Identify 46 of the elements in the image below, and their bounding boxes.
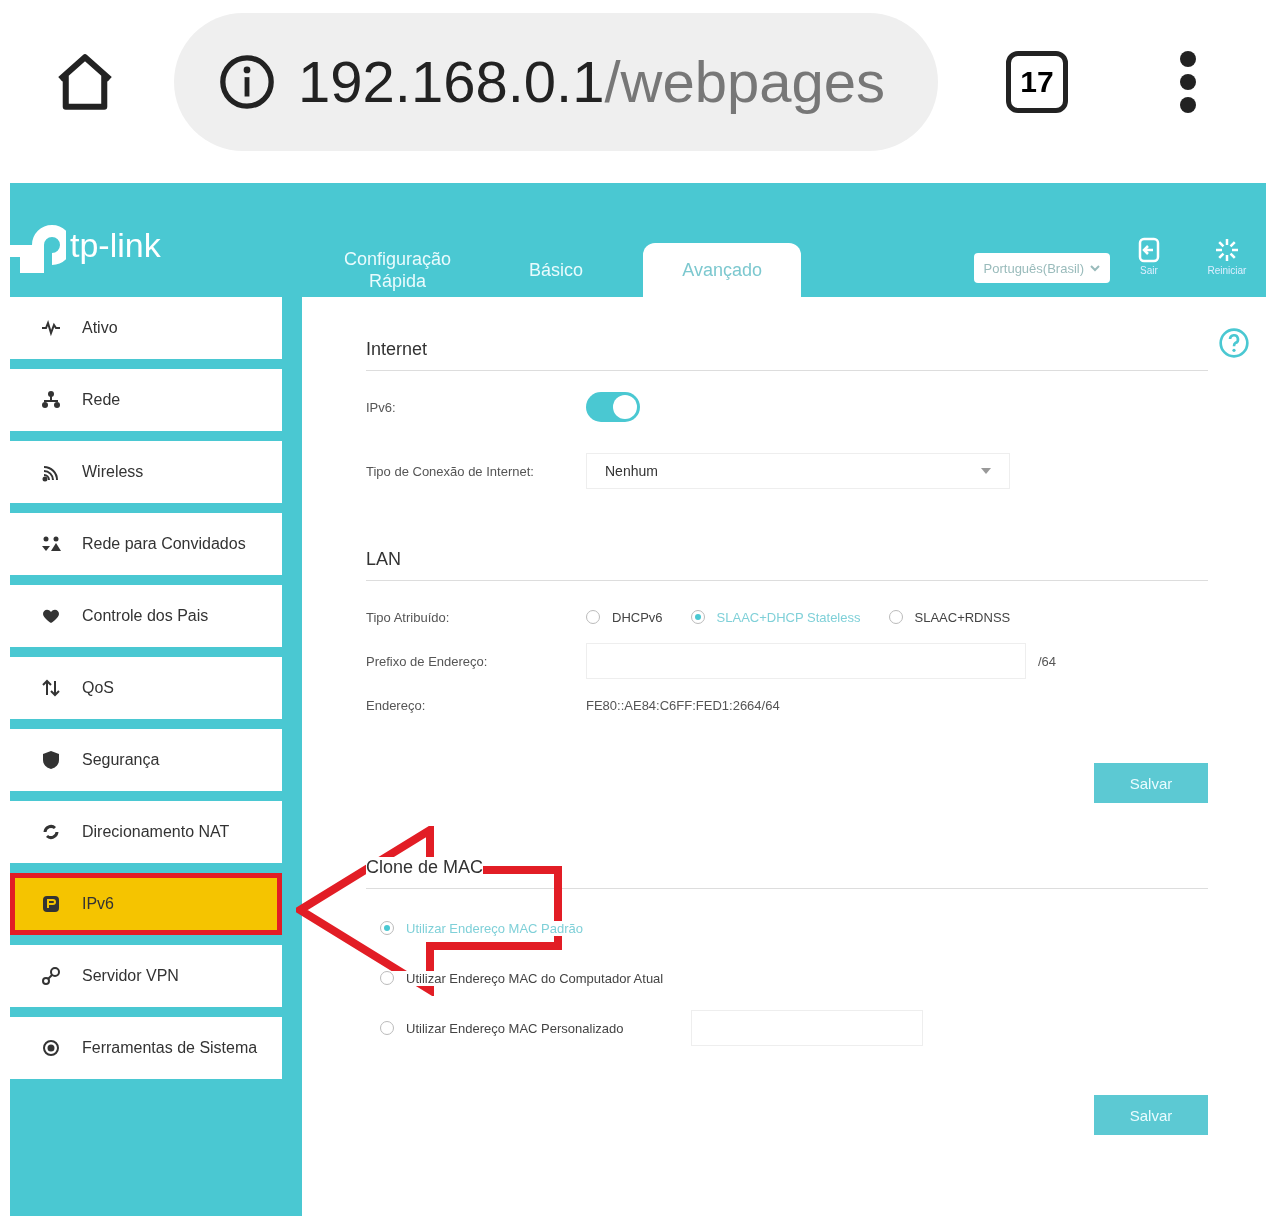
guests-icon bbox=[40, 534, 62, 554]
ipv6-toggle[interactable] bbox=[586, 392, 640, 422]
prefix-suffix: /64 bbox=[1038, 653, 1057, 669]
field-label: Tipo de Conexão de Internet: bbox=[366, 463, 535, 479]
address-value: FE80::AE84:C6FF:FED1:2664/64 bbox=[586, 697, 780, 713]
sidebar-item[interactable]: Rede para Convidados bbox=[10, 513, 282, 575]
menu-icon[interactable] bbox=[1178, 49, 1198, 114]
pulse-icon bbox=[40, 318, 62, 338]
logout-icon bbox=[1137, 236, 1161, 263]
radio-option[interactable]: Utilizar Endereço MAC do Computador Atual bbox=[380, 970, 664, 986]
address-bar[interactable]: 192.168.0.1/webpages bbox=[174, 12, 938, 151]
connection-type-select[interactable]: Nenhum bbox=[586, 453, 1010, 489]
info-icon[interactable] bbox=[218, 52, 276, 111]
section-title: Clone de MAC bbox=[366, 857, 484, 877]
help-icon[interactable] bbox=[1218, 327, 1250, 359]
sidebar-item[interactable]: QoS bbox=[10, 657, 282, 719]
shield-icon bbox=[40, 750, 62, 770]
radio-option[interactable]: SLAAC+RDNSS bbox=[888, 609, 1011, 625]
sidebar-item[interactable]: Segurança bbox=[10, 729, 282, 791]
field-label: Prefixo de Endereço: bbox=[366, 653, 489, 669]
radio-option[interactable]: DHCPv6 bbox=[586, 609, 663, 625]
tab-count-button[interactable]: 17 bbox=[1006, 50, 1068, 113]
section-title: LAN bbox=[366, 531, 1208, 581]
field-label: Endereço: bbox=[366, 697, 427, 713]
sidebar-item[interactable]: Controle dos Pais bbox=[10, 585, 282, 647]
sidebar-item[interactable]: Direcionamento NAT bbox=[10, 801, 282, 863]
logo-text: tp-link bbox=[70, 225, 161, 265]
spinner-icon bbox=[1214, 236, 1240, 263]
up-down-arrows-icon bbox=[40, 678, 62, 698]
sidebar-item[interactable]: Rede bbox=[10, 369, 282, 431]
gear-icon bbox=[40, 1038, 62, 1058]
field-label: Tipo Atribuído: bbox=[366, 609, 451, 625]
network-icon bbox=[40, 390, 62, 410]
field-label: IPv6: bbox=[366, 399, 397, 415]
sidebar-item[interactable]: Wireless bbox=[10, 441, 282, 503]
url-text: 192.168.0.1/webpages bbox=[298, 48, 885, 115]
sidebar-item[interactable]: Ativo bbox=[10, 297, 282, 359]
key-icon bbox=[40, 966, 62, 986]
sidebar-item[interactable]: IPv6 bbox=[10, 873, 282, 935]
dropdown-triangle-icon bbox=[981, 468, 991, 474]
section-title: Internet bbox=[366, 321, 1208, 371]
document-icon bbox=[40, 894, 62, 914]
sidebar-item[interactable]: Servidor VPN bbox=[10, 945, 282, 1007]
radio-option[interactable]: Utilizar Endereço MAC Personalizado bbox=[380, 1020, 624, 1036]
chevron-down-icon bbox=[1090, 264, 1100, 272]
sidebar-item[interactable]: Ferramentas de Sistema bbox=[10, 1017, 282, 1079]
